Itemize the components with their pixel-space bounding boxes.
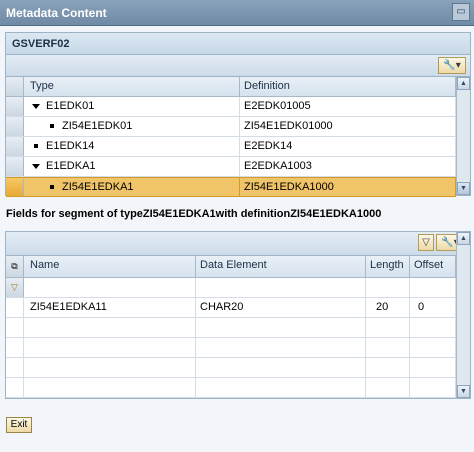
fields-panel: ▽ 🔧▾ ⧉ Name Data Element Length Offset ▽… xyxy=(5,231,471,399)
empty-row xyxy=(6,358,456,378)
tree-toolbar: 🔧▾ xyxy=(6,55,470,77)
table-row[interactable]: E1EDK14 E2EDK14 xyxy=(6,137,456,157)
panel-header: GSVERF02 xyxy=(6,33,470,55)
scroll-down-arrow-icon[interactable]: ▼ xyxy=(457,385,470,398)
select-all-cell[interactable] xyxy=(6,77,24,96)
settings-wrench-icon[interactable]: 🔧▾ xyxy=(438,57,466,74)
tree-scrollbar[interactable]: ▲ ▼ xyxy=(456,77,470,195)
row-definition: ZI54E1EDK01000 xyxy=(240,117,456,136)
row-definition: E2EDK01005 xyxy=(240,97,456,116)
filter-row-icon[interactable]: ▽ xyxy=(6,278,24,297)
window-title: Metadata Content xyxy=(6,6,107,20)
column-header-data-element[interactable]: Data Element xyxy=(196,256,366,277)
segment-tree-table: Type Definition E1EDK01 E2EDK01005 ZI54E… xyxy=(6,77,456,197)
column-select-icon[interactable]: ⧉ xyxy=(6,256,24,277)
row-selector[interactable] xyxy=(6,117,24,136)
row-definition: ZI54E1EDKA1000 xyxy=(240,178,456,196)
field-data-element: CHAR20 xyxy=(196,298,366,317)
filter-length-input[interactable] xyxy=(366,278,410,297)
row-type: E1EDK14 xyxy=(46,140,95,152)
table-header: Type Definition xyxy=(6,77,456,97)
filter-icon[interactable]: ▽ xyxy=(418,234,434,251)
table-row[interactable]: ZI54E1EDK01 ZI54E1EDK01000 xyxy=(6,117,456,137)
row-selector[interactable] xyxy=(6,298,24,317)
row-definition: E2EDK14 xyxy=(240,137,456,156)
empty-row xyxy=(6,338,456,358)
scroll-down-arrow-icon[interactable]: ▼ xyxy=(457,182,470,195)
expand-arrow-icon[interactable] xyxy=(32,103,40,109)
row-type: E1EDKA1 xyxy=(46,160,96,172)
row-type: ZI54E1EDKA1 xyxy=(62,181,134,193)
row-selector[interactable] xyxy=(6,157,24,176)
panel-title: GSVERF02 xyxy=(12,38,70,50)
column-header-offset[interactable]: Offset xyxy=(410,256,456,277)
column-header-name[interactable]: Name xyxy=(24,256,196,277)
table-row[interactable]: E1EDKA1 E2EDKA1003 xyxy=(6,157,456,177)
expand-arrow-icon[interactable] xyxy=(32,163,40,169)
filter-row[interactable]: ▽ xyxy=(6,278,456,298)
empty-row xyxy=(6,378,456,398)
leaf-bullet-icon xyxy=(50,185,54,190)
scroll-up-arrow-icon[interactable]: ▲ xyxy=(457,232,470,245)
fields-toolbar: ▽ 🔧▾ xyxy=(6,232,470,256)
segment-info-text: Fields for segment of typeZI54E1EDKA1wit… xyxy=(6,208,382,220)
leaf-bullet-icon xyxy=(50,124,54,129)
row-type: ZI54E1EDK01 xyxy=(62,120,133,132)
close-icon[interactable]: ▭ xyxy=(452,3,470,21)
field-name: ZI54E1EDKA11 xyxy=(24,298,196,317)
filter-name-input[interactable] xyxy=(24,278,196,297)
empty-row xyxy=(6,318,456,338)
exit-button[interactable]: Exit xyxy=(6,417,32,433)
column-header-definition[interactable]: Definition xyxy=(240,77,456,96)
table-row[interactable]: E1EDK01 E2EDK01005 xyxy=(6,97,456,117)
table-row[interactable]: ZI54E1EDKA11 CHAR20 20 0 xyxy=(6,298,456,318)
filter-data-element-input[interactable] xyxy=(196,278,366,297)
field-length: 20 xyxy=(366,298,410,317)
row-selector[interactable] xyxy=(6,137,24,156)
table-row-selected[interactable]: ZI54E1EDKA1 ZI54E1EDKA1000 xyxy=(6,177,456,197)
filter-offset-input[interactable] xyxy=(410,278,456,297)
table-header: ⧉ Name Data Element Length Offset xyxy=(6,256,456,278)
column-header-type[interactable]: Type xyxy=(24,77,240,96)
field-offset: 0 xyxy=(410,298,456,317)
leaf-bullet-icon xyxy=(34,144,38,149)
column-header-length[interactable]: Length xyxy=(366,256,410,277)
row-type: E1EDK01 xyxy=(46,100,95,112)
scroll-up-arrow-icon[interactable]: ▲ xyxy=(457,77,470,90)
row-definition: E2EDKA1003 xyxy=(240,157,456,176)
window-title-bar: Metadata Content ▭ xyxy=(0,0,474,26)
row-selector[interactable] xyxy=(6,97,24,116)
fields-table: ⧉ Name Data Element Length Offset ▽ ZI54… xyxy=(6,256,456,398)
segment-tree-panel: GSVERF02 🔧▾ Type Definition E1EDK01 E2ED… xyxy=(5,32,471,197)
fields-scrollbar[interactable]: ▲ ▼ xyxy=(456,232,470,398)
row-selector[interactable] xyxy=(6,178,24,196)
